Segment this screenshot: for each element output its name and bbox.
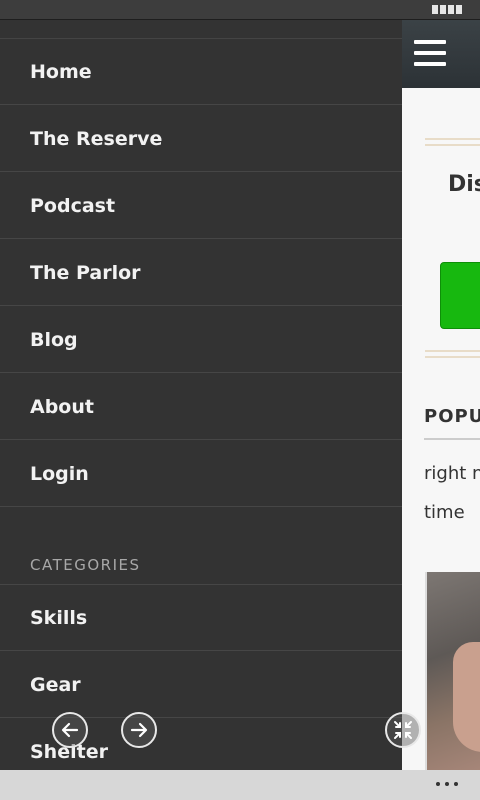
- navigation-drawer: Home The Reserve Podcast The Parlor Blog…: [0, 20, 402, 770]
- decorative-rule: [425, 138, 480, 146]
- green-action-button[interactable]: [440, 262, 480, 329]
- popular-heading: POPUL: [424, 406, 480, 427]
- content-header: [402, 20, 480, 88]
- status-bar: [0, 0, 480, 20]
- page-content: Dis POPUL right n time: [402, 20, 480, 770]
- image-subject: [453, 642, 480, 752]
- nav-item-the-reserve[interactable]: The Reserve: [0, 106, 402, 172]
- section-heading: Dis: [448, 172, 480, 197]
- arrow-right-icon[interactable]: [121, 712, 157, 748]
- more-dots-icon[interactable]: [436, 782, 458, 786]
- hamburger-menu-icon[interactable]: [414, 40, 446, 66]
- nav-item-blog[interactable]: Blog: [0, 307, 402, 373]
- collapse-icon[interactable]: [385, 712, 421, 748]
- nav-item-podcast[interactable]: Podcast: [0, 173, 402, 239]
- nav-item-home[interactable]: Home: [0, 39, 402, 105]
- app-bar: [0, 770, 480, 800]
- nav-item-the-parlor[interactable]: The Parlor: [0, 240, 402, 306]
- category-item-gear[interactable]: Gear: [0, 652, 402, 718]
- decorative-rule: [425, 350, 480, 358]
- body-text-line: time: [424, 502, 465, 523]
- body-text-line: right n: [424, 463, 480, 484]
- category-item-skills[interactable]: Skills: [0, 585, 402, 651]
- nav-item-login[interactable]: Login: [0, 441, 402, 507]
- heading-underline: [424, 438, 480, 440]
- nav-item-about[interactable]: About: [0, 374, 402, 440]
- arrow-left-icon[interactable]: [52, 712, 88, 748]
- battery-icon: [432, 5, 462, 14]
- categories-heading: CATEGORIES: [30, 556, 141, 574]
- article-image[interactable]: [425, 572, 480, 770]
